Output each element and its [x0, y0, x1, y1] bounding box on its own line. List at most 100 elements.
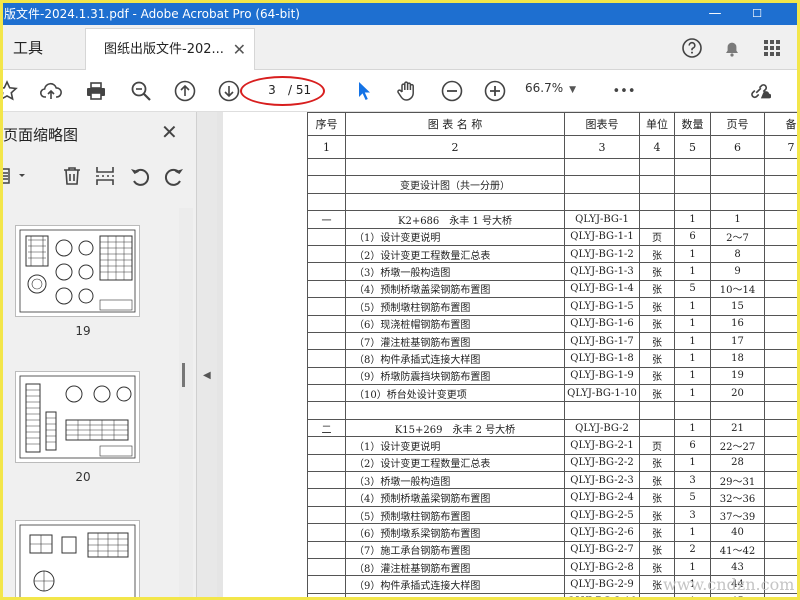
next-page-icon[interactable]: [217, 79, 241, 103]
table-row: （4）预制桥墩盖梁钢筋布置图 QLYJ-BG-2-4 张 5 32～36: [307, 488, 797, 507]
panel-splitter[interactable]: ◀: [197, 112, 217, 597]
table-cell: [307, 279, 346, 299]
table-cell: [307, 349, 346, 368]
cloud-upload-icon[interactable]: [39, 79, 63, 103]
table-cell: QLYJ-BG-2-7: [564, 540, 640, 559]
previous-page-icon[interactable]: [173, 79, 197, 103]
tab-document[interactable]: 图纸出版文件-202... ✕: [85, 28, 255, 70]
delete-trash-icon[interactable]: [60, 164, 84, 188]
table-cell: QLYJ-BG-2-10: [564, 592, 640, 597]
table-cell: [345, 192, 565, 212]
table-cell: QLYJ-BG-2-5: [564, 505, 640, 525]
table-cell: [764, 349, 797, 368]
table-cell: 20: [710, 384, 765, 403]
scrollbar-thumb[interactable]: [182, 363, 185, 387]
table-cell: 1: [674, 349, 711, 368]
minimize-button[interactable]: —: [695, 3, 735, 25]
table-cell: QLYJ-BG-2: [564, 418, 640, 438]
table-cell: （4）预制桥墩盖梁钢筋布置图: [345, 279, 565, 299]
zoom-out-icon[interactable]: [440, 79, 464, 103]
share-link-icon[interactable]: [747, 79, 771, 103]
table-cell: 张: [639, 279, 675, 299]
table-cell: 二: [307, 418, 346, 438]
page-thumbnail[interactable]: [15, 520, 140, 597]
apps-grid-icon[interactable]: [761, 37, 783, 59]
table-header-row: 序号图 表 名 称图表号 单位 数量 页号备: [307, 112, 797, 136]
table-cell: 张: [639, 453, 675, 473]
zoom-in-icon[interactable]: [483, 79, 507, 103]
table-cell: 图表号: [564, 112, 640, 136]
tab-tools[interactable]: 工具: [13, 37, 43, 58]
table-cell: QLYJ-BG-1-8: [564, 349, 640, 368]
table-cell: [307, 557, 346, 577]
table-cell: 张: [639, 488, 675, 507]
maximize-button[interactable]: ☐: [737, 3, 777, 25]
table-cell: [764, 453, 797, 473]
table-cell: （8）构件承插式连接大样图: [345, 349, 565, 368]
table-cell: 16: [710, 314, 765, 333]
table-cell: QLYJ-BG-1-9: [564, 366, 640, 386]
table-cell: 1: [674, 331, 711, 351]
table-cell: 1: [710, 210, 765, 229]
table-cell: [764, 488, 797, 507]
table-cell: 21: [710, 418, 765, 438]
bookmark-star-icon[interactable]: [3, 79, 19, 103]
table-cell: 序号: [307, 112, 346, 136]
table-cell: [307, 366, 346, 386]
table-cell: [307, 436, 346, 455]
thumbnail-scrollbar[interactable]: [179, 208, 193, 597]
table-cell: 张: [639, 505, 675, 525]
table-cell: （9）构件承插式连接大样图: [345, 575, 565, 594]
thumbnail-list: 19 20: [3, 208, 179, 597]
panel-toolbar: [3, 160, 193, 194]
table-cell: 2: [674, 540, 711, 559]
table-cell: 图 表 名 称: [345, 112, 565, 136]
more-tools-icon[interactable]: •••: [609, 79, 639, 103]
table-cell: QLYJ-BG-1-5: [564, 297, 640, 316]
table-row: [307, 157, 797, 177]
table-cell: 1: [307, 135, 346, 159]
table-cell: [764, 262, 797, 281]
table-cell: [307, 575, 346, 594]
site-watermark: www.cndzn.com: [663, 575, 795, 594]
options-menu-icon[interactable]: [3, 164, 31, 188]
table-cell: [307, 227, 346, 246]
table-cell: 1: [674, 314, 711, 333]
close-panel-icon[interactable]: ✕: [161, 120, 178, 144]
thumbnails-panel: 页面缩略图 ✕ 19 20: [3, 112, 197, 597]
table-cell: QLYJ-BG-2-6: [564, 523, 640, 542]
window-title: 版文件-2024.1.31.pdf - Adobe Acrobat Pro (6…: [4, 7, 300, 21]
table-cell: 3: [674, 471, 711, 490]
table-cell: 5: [674, 135, 711, 159]
bell-icon[interactable]: [721, 37, 743, 59]
hand-tool-icon[interactable]: [395, 79, 419, 103]
tab-document-label: 图纸出版文件-202...: [104, 42, 224, 57]
collapse-panel-icon[interactable]: ◀: [203, 370, 211, 381]
table-cell: [307, 453, 346, 473]
table-cell: [764, 244, 797, 264]
table-cell: [564, 175, 640, 194]
table-cell: 2: [345, 135, 565, 159]
print-icon[interactable]: [84, 79, 108, 103]
table-cell: [764, 471, 797, 490]
close-tab-icon[interactable]: ✕: [233, 29, 246, 70]
table-cell: [307, 262, 346, 281]
table-row: （2）设计变更工程数量汇总表 QLYJ-BG-1-2 张 1 8: [307, 244, 797, 264]
table-cell: [674, 401, 711, 420]
table-cell: 1: [674, 418, 711, 438]
rotate-right-icon[interactable]: [162, 164, 186, 188]
rotate-left-icon[interactable]: [128, 164, 152, 188]
table-cell: QLYJ-BG-2-4: [564, 488, 640, 507]
table-cell: 张: [639, 331, 675, 351]
table-cell: [345, 157, 565, 177]
table-row: （1）设计变更说明 QLYJ-BG-1-1 页 6 2～7: [307, 227, 797, 246]
table-row: 一 K2+686 永丰 1 号大桥 QLYJ-BG-1 1 1: [307, 210, 797, 229]
page-thumbnail[interactable]: [15, 371, 140, 463]
table-cell: 页号: [710, 112, 765, 136]
zoom-search-icon[interactable]: [129, 79, 153, 103]
page-thumbnail[interactable]: [15, 225, 140, 317]
select-cursor-icon[interactable]: [352, 79, 376, 103]
zoom-dropdown[interactable]: 66.7% ▼: [525, 81, 576, 95]
help-icon[interactable]: [681, 37, 703, 59]
extract-page-icon[interactable]: [93, 164, 117, 188]
